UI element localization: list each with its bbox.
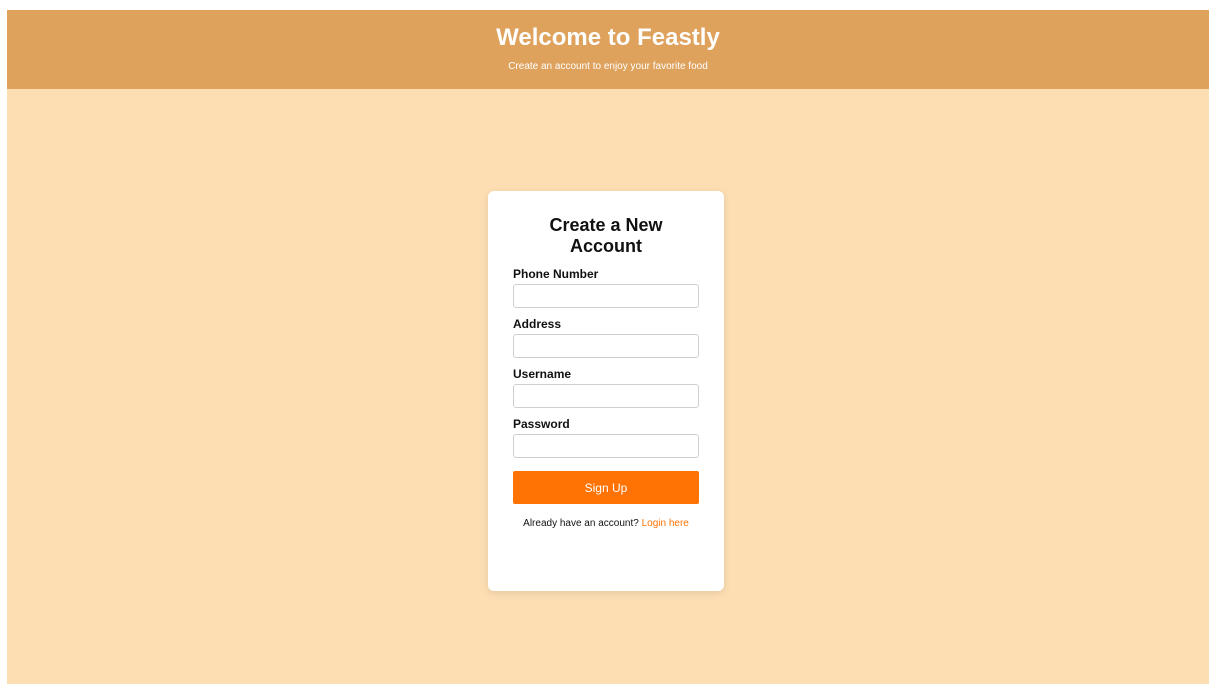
username-field-group: Username	[513, 367, 699, 408]
login-prompt-text: Already have an account?	[523, 518, 639, 529]
address-field-group: Address	[513, 317, 699, 358]
header-banner: Welcome to Feastly Create an account to …	[7, 10, 1209, 89]
password-field-group: Password	[513, 417, 699, 458]
signup-card: Create a New Account Phone Number Addres…	[488, 191, 724, 591]
username-input[interactable]	[513, 384, 699, 408]
address-input[interactable]	[513, 334, 699, 358]
password-input[interactable]	[513, 434, 699, 458]
username-label: Username	[513, 367, 572, 381]
sign-up-button[interactable]: Sign Up	[513, 471, 699, 504]
phone-number-label: Phone Number	[513, 267, 599, 281]
address-label: Address	[513, 317, 562, 331]
phone-number-input[interactable]	[513, 284, 699, 308]
login-prompt-line: Already have an account? Login here	[513, 517, 699, 530]
password-label: Password	[513, 417, 570, 431]
form-title: Create a New Account	[549, 215, 663, 256]
login-link[interactable]: Login here	[642, 518, 689, 529]
page-background: Welcome to Feastly Create an account to …	[7, 10, 1209, 684]
header-title: Welcome to Feastly	[496, 24, 720, 51]
phone-number-field-group: Phone Number	[513, 267, 699, 308]
header-subtitle: Create an account to enjoy your favorite…	[508, 61, 708, 72]
